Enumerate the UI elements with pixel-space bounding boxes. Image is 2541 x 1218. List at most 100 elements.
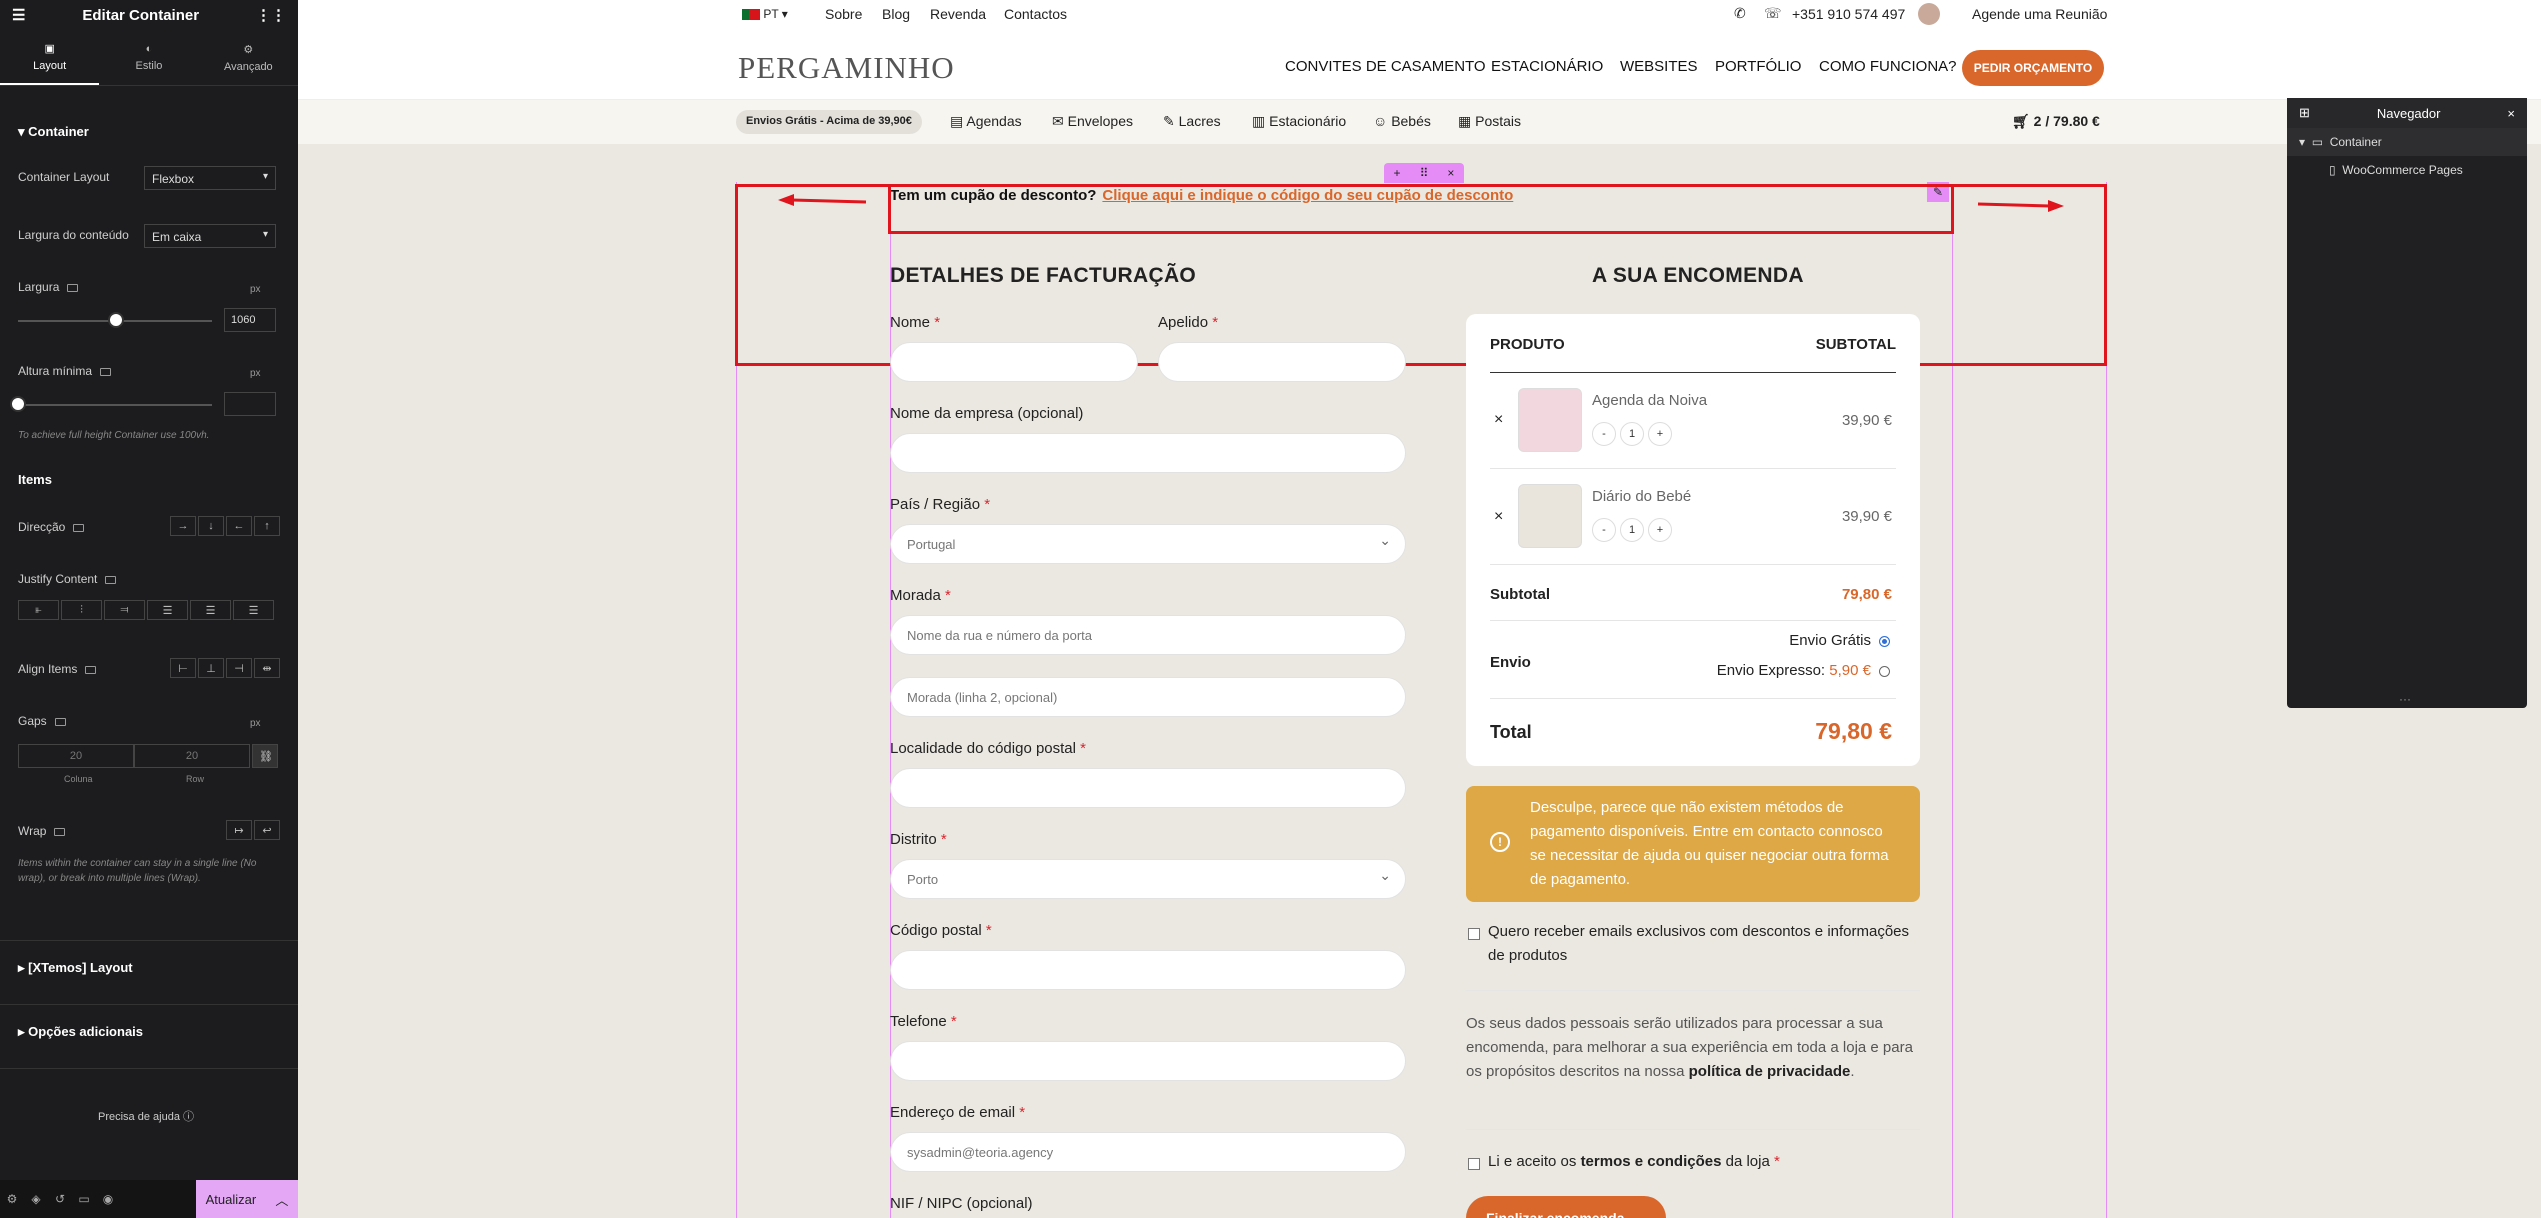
cat-postais[interactable]: ▦ Postais — [1458, 113, 1521, 130]
expand-icon[interactable]: ⊞ — [2299, 105, 2310, 121]
add-icon[interactable]: + — [1394, 166, 1401, 180]
align-center-icon[interactable]: ⊥ — [198, 658, 224, 678]
gap-row-input[interactable]: 20 — [134, 744, 250, 768]
close-icon[interactable]: × — [2507, 106, 2515, 121]
terms-link[interactable]: termos e condições — [1581, 1153, 1722, 1170]
terms-checkbox[interactable] — [1468, 1158, 1480, 1170]
topbar-link-blog[interactable]: Blog — [882, 6, 910, 22]
qty-input[interactable]: 1 — [1620, 422, 1644, 446]
qty-minus-button[interactable]: - — [1592, 422, 1616, 446]
product-thumbnail[interactable] — [1518, 388, 1582, 452]
qty-plus-button[interactable]: + — [1648, 518, 1672, 542]
nowrap-icon[interactable]: ↦ — [226, 820, 252, 840]
cat-envelopes[interactable]: ✉ Envelopes — [1052, 113, 1133, 130]
last-name-input[interactable] — [1158, 342, 1406, 382]
nav-portfolio[interactable]: PORTFÓLIO — [1715, 58, 1801, 75]
shipping-express-option[interactable]: Envio Expresso: 5,90 € — [1717, 662, 1890, 679]
container-layout-select[interactable]: Flexbox — [144, 166, 276, 190]
product-thumbnail[interactable] — [1518, 484, 1582, 548]
site-logo[interactable]: PERGAMINHO — [738, 50, 955, 86]
phone-input[interactable] — [890, 1041, 1406, 1081]
drag-icon[interactable]: ⠿ — [1420, 166, 1429, 180]
first-name-input[interactable] — [890, 342, 1138, 382]
arrow-down-icon[interactable]: ↓ — [198, 516, 224, 536]
justify-between-icon[interactable]: ☰ — [147, 600, 188, 620]
arrow-right-icon[interactable]: → — [170, 516, 196, 536]
product-name[interactable]: Agenda da Noiva — [1592, 392, 1707, 409]
hamburger-icon[interactable]: ☰ — [12, 6, 25, 24]
language-switcher[interactable]: PT ▾ — [742, 7, 788, 21]
tab-layout[interactable]: ▣ Layout — [0, 30, 100, 85]
link-icon[interactable]: ⛓ — [252, 744, 278, 768]
radio-selected[interactable] — [1879, 635, 1890, 647]
desktop-icon[interactable] — [105, 575, 117, 584]
close-icon[interactable]: × — [1447, 166, 1454, 180]
navigator-item-container[interactable]: ▾ ▭ Container — [2287, 128, 2527, 156]
phone-number[interactable]: +351 910 574 497 — [1792, 6, 1905, 22]
nav-convites[interactable]: CONVITES DE CASAMENTO — [1285, 58, 1486, 75]
caret-down-icon[interactable]: ▾ — [2299, 135, 2305, 149]
min-height-slider-knob[interactable] — [10, 396, 26, 412]
remove-item-button[interactable]: × — [1494, 508, 1503, 526]
tab-advanced[interactable]: ⚙ Avançado — [199, 30, 298, 85]
topbar-link-sobre[interactable]: Sobre — [825, 6, 862, 22]
width-input[interactable]: 1060 — [224, 308, 276, 332]
grid-icon[interactable]: ⋮⋮ — [256, 6, 286, 24]
width-unit[interactable]: px — [250, 284, 261, 295]
justify-center-icon[interactable]: ⫶ — [61, 600, 102, 620]
topbar-link-contactos[interactable]: Contactos — [1004, 6, 1067, 22]
history-icon[interactable]: ↺ — [48, 1192, 72, 1206]
responsive-icon[interactable]: ▭ — [72, 1192, 96, 1206]
cat-bebes[interactable]: ☺ Bebés — [1373, 113, 1431, 129]
wrap-icon[interactable]: ↩ — [254, 820, 280, 840]
qty-plus-button[interactable]: + — [1648, 422, 1672, 446]
cat-lacres[interactable]: ✎ Lacres — [1163, 113, 1221, 130]
desktop-icon[interactable] — [100, 367, 112, 376]
newsletter-checkbox[interactable] — [1468, 928, 1480, 940]
min-height-slider-track[interactable] — [18, 404, 212, 406]
email-input[interactable]: sysadmin@teoria.agency — [890, 1132, 1406, 1172]
company-input[interactable] — [890, 433, 1406, 473]
layers-icon[interactable]: ◈ — [24, 1192, 48, 1206]
gaps-unit[interactable]: px — [250, 718, 261, 729]
arrow-up-icon[interactable]: ↑ — [254, 516, 280, 536]
section-container-toggle[interactable]: ▾ Container — [18, 124, 89, 140]
align-stretch-icon[interactable]: ⇹ — [254, 658, 280, 678]
section-xtemos-toggle[interactable]: ▸ [XTemos] Layout — [18, 960, 133, 976]
width-slider-knob[interactable] — [108, 312, 124, 328]
gap-column-input[interactable]: 20 — [18, 744, 134, 768]
topbar-link-revenda[interactable]: Revenda — [930, 6, 986, 22]
privacy-link[interactable]: política de privacidade — [1689, 1063, 1851, 1080]
section-extra-toggle[interactable]: ▸ Opções adicionais — [18, 1024, 143, 1040]
settings-icon[interactable]: ⚙ — [0, 1192, 24, 1206]
address2-input[interactable]: Morada (linha 2, opcional) — [890, 677, 1406, 717]
country-select[interactable]: Portugal — [890, 524, 1406, 564]
min-height-unit[interactable]: px — [250, 368, 261, 379]
align-start-icon[interactable]: ⊢ — [170, 658, 196, 678]
desktop-icon[interactable] — [73, 523, 85, 532]
content-width-select[interactable]: Em caixa — [144, 224, 276, 248]
meeting-link[interactable]: Agende uma Reunião — [1972, 6, 2107, 22]
min-height-input[interactable] — [224, 392, 276, 416]
nav-como-funciona[interactable]: COMO FUNCIONA? — [1819, 58, 1957, 75]
justify-evenly-icon[interactable]: ☰ — [233, 600, 274, 620]
cat-estacionario[interactable]: ▥ Estacionário — [1252, 113, 1346, 130]
desktop-icon[interactable] — [54, 827, 66, 836]
nav-estacionario[interactable]: ESTACIONÁRIO — [1491, 58, 1603, 75]
cart-button[interactable]: 🛒︎ 2 / 79.80 € — [2012, 113, 2100, 130]
arrow-left-icon[interactable]: ← — [226, 516, 252, 536]
city-input[interactable] — [890, 768, 1406, 808]
nav-websites[interactable]: WEBSITES — [1620, 58, 1698, 75]
qty-input[interactable]: 1 — [1620, 518, 1644, 542]
desktop-icon[interactable] — [54, 717, 66, 726]
chevron-up-icon[interactable]: ︿ — [275, 1190, 288, 1209]
desktop-icon[interactable] — [67, 283, 79, 292]
justify-around-icon[interactable]: ☰ — [190, 600, 231, 620]
desktop-icon[interactable] — [85, 665, 97, 674]
justify-start-icon[interactable]: ⫦ — [18, 600, 59, 620]
request-quote-button[interactable]: PEDIR ORÇAMENTO — [1962, 50, 2104, 86]
align-end-icon[interactable]: ⊣ — [226, 658, 252, 678]
address-input[interactable]: Nome da rua e número da porta — [890, 615, 1406, 655]
remove-item-button[interactable]: × — [1494, 411, 1503, 429]
radio-unselected[interactable] — [1879, 665, 1890, 677]
